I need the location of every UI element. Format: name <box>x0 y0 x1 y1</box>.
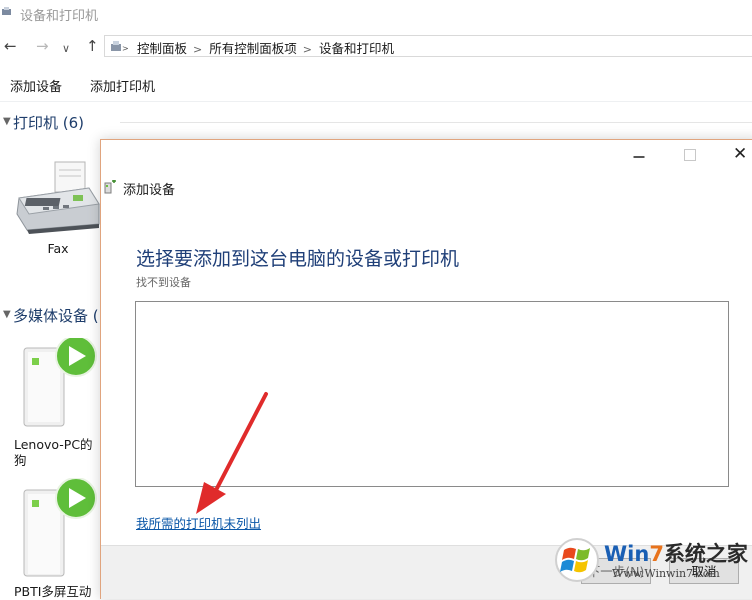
windows-logo-icon <box>555 538 599 582</box>
group-title: 打印机 (6) <box>13 114 85 132</box>
add-printer-button[interactable]: 添加打印机 <box>90 76 155 95</box>
svg-text:>: > <box>122 44 129 52</box>
device-fax[interactable]: Fax <box>8 158 108 256</box>
minimize-icon[interactable] <box>633 156 645 158</box>
device-label: Fax <box>47 241 69 256</box>
fax-icon <box>16 161 100 234</box>
dialog-title: 添加设备 <box>123 183 176 198</box>
add-device-dialog: ✕ 添加设备 选择要添加到这台电脑的设备或打印机 找不到设备 我所需的打印机未列… <box>100 139 752 599</box>
maximize-icon <box>684 149 696 161</box>
control-panel-icon: > <box>111 41 129 52</box>
breadcrumb-separator: > <box>193 43 203 56</box>
media-server-icon <box>23 335 97 427</box>
chevron-down-icon: ▼ <box>3 309 11 320</box>
watermark-brand-7: 7 <box>649 542 664 566</box>
add-device-icon <box>104 180 116 194</box>
command-toolbar: 添加设备 添加打印机 <box>0 70 752 100</box>
device-label: PBTI多屏互动 <box>14 584 92 599</box>
device-lenovo-pc[interactable]: Lenovo-PC的 狗 <box>8 335 108 469</box>
toolbar-divider <box>0 101 752 102</box>
group-header-printers[interactable]: ▼ 打印机 (6) <box>0 110 752 136</box>
chevron-down-icon: ▼ <box>3 116 11 127</box>
media-server-icon <box>23 477 97 577</box>
navigation-bar: ← → ∨ ↑ > 控制面板 > 所有控制面板项 > 设备和打印机 <box>0 34 752 60</box>
device-label-line: 狗 <box>14 453 27 468</box>
window-title-bar: 设备和打印机 <box>0 0 752 28</box>
close-icon[interactable]: ✕ <box>733 144 747 164</box>
dialog-heading: 选择要添加到这台电脑的设备或打印机 <box>136 248 460 270</box>
breadcrumb-devices-printers[interactable]: 设备和打印机 <box>319 41 394 56</box>
breadcrumb-all-items[interactable]: 所有控制面板项 <box>209 41 297 56</box>
breadcrumb-separator: > <box>302 43 312 56</box>
device-pbti[interactable]: PBTI多屏互动 <box>8 477 108 599</box>
group-divider <box>120 122 752 123</box>
back-arrow-icon[interactable]: ← <box>4 37 17 55</box>
group-title: 多媒体设备 ( <box>13 307 99 325</box>
devices-printers-icon <box>2 7 11 15</box>
device-label-line: Lenovo-PC的 <box>14 437 93 452</box>
annotation-arrow-icon <box>196 392 268 514</box>
dialog-status-text: 找不到设备 <box>136 276 191 289</box>
watermark-url: Www.Winwin7.com <box>612 567 720 580</box>
device-label: Lenovo-PC的 狗 <box>8 437 108 469</box>
breadcrumb: 控制面板 > 所有控制面板项 > 设备和打印机 <box>137 38 394 57</box>
window-title: 设备和打印机 <box>20 9 99 24</box>
add-device-button[interactable]: 添加设备 <box>10 76 62 95</box>
up-arrow-icon[interactable]: ↑ <box>86 37 99 55</box>
recent-locations-chevron-icon[interactable]: ∨ <box>62 40 70 58</box>
watermark-brand-rest: 系统之家 <box>663 542 748 566</box>
forward-arrow-icon[interactable]: → <box>36 37 49 55</box>
watermark-brand: Win7系统之家 <box>604 538 748 568</box>
address-bar[interactable]: > 控制面板 > 所有控制面板项 > 设备和打印机 <box>104 35 752 57</box>
breadcrumb-control-panel[interactable]: 控制面板 <box>137 41 187 56</box>
watermark: Win7系统之家 Www.Winwin7.com <box>554 535 752 587</box>
watermark-brand-win: Win <box>604 542 650 566</box>
